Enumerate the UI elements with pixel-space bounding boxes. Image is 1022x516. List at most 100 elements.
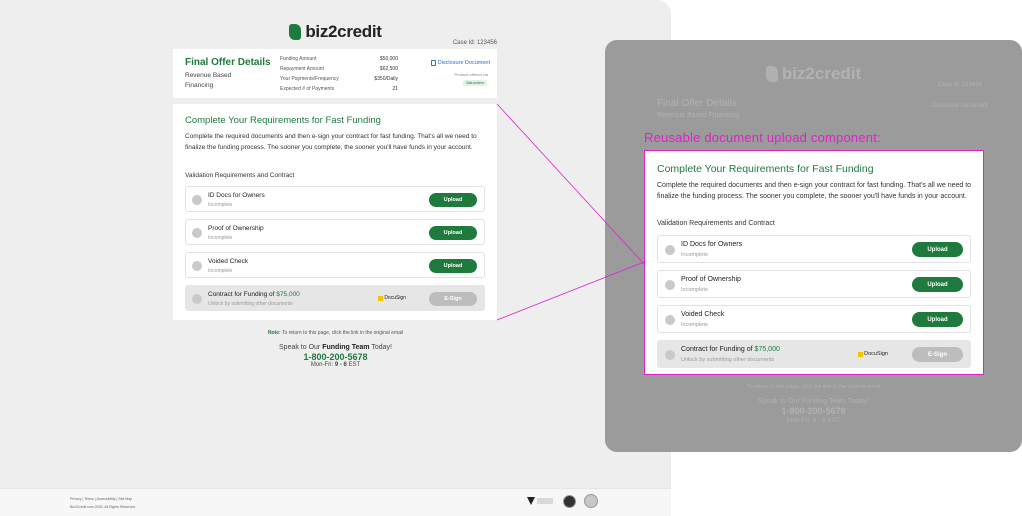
document-icon [665,245,675,255]
requirements-card: Complete Your Requirements for Fast Fund… [173,104,497,320]
return-note: Note: To return to this page, click the … [0,330,671,336]
offer-row: Your Payments/Frequency $350/Daily [280,74,398,84]
ghost-hours-prefix: Mon-Fri: [786,417,813,424]
requirements-list: ID Docs for Owners Incomplete Upload Pro… [657,235,971,375]
logo-mark-icon [289,24,302,40]
ghost-brand-logo: biz2credit [605,64,1022,84]
esign-button[interactable]: E-Sign [429,292,477,306]
requirements-section-label: Validation Requirements and Contract [185,172,295,179]
requirements-description: Complete the required documents and then… [185,133,477,151]
requirement-name: Proof of Ownership [208,225,264,232]
upload-button[interactable]: Upload [912,312,963,327]
offer-row-label: Your Payments/Frequency [280,76,339,82]
requirement-row-proof-of-ownership: Proof of Ownership Incomplete Upload [185,219,485,245]
ghost-team-name: Funding Team [801,398,846,405]
ghost-hours-suffix: EST [825,417,841,424]
contract-amount: $75,000 [276,291,300,298]
requirement-status: Incomplete [681,322,708,328]
offered-via: Product offered via [454,72,488,77]
upload-button[interactable]: Upload [912,277,963,292]
stage: biz2credit Case Id: 123456 Final Offer D… [0,0,1022,516]
footer-links[interactable]: Privacy | Terms | Accessibility | Site M… [70,497,132,501]
ghost-business-hours: Mon-Fri: 9 - 6 EST [605,417,1022,424]
requirement-row-id-docs: ID Docs for Owners Incomplete Upload [185,186,485,212]
contract-name-prefix: Contract for Funding of [208,291,277,298]
phone-number[interactable]: 1-800-200-5678 [0,352,671,362]
requirement-status: Incomplete [208,202,233,208]
offer-row-value: $62,500 [379,66,398,72]
speak-to-team: Speak to Our Funding Team Today! [0,344,671,351]
ghost-offer-subtitle: Revenue Based Financing [657,112,740,119]
lock-icon [192,294,202,304]
docusign-label: DocuSign [864,351,888,357]
upload-button[interactable]: Upload [912,242,963,257]
offer-row-value: 21 [392,86,398,92]
contract-status: Unlock by submitting other documents [681,357,775,363]
ghost-speak-prefix: Speak to Our [758,398,802,405]
docusign-label: DocuSign [384,295,406,301]
offer-row-value: $350/Daily [374,76,398,82]
offer-row-value: $50,000 [379,56,398,62]
award-badge-icon [584,494,598,508]
ghost-offer-title: Final Offer Details [657,98,737,109]
ghost-hours-value: 9 - 6 [812,417,826,424]
ghost-case-id: Case Id: 123456 [937,82,982,88]
seal-badge-icon [563,494,576,508]
disclosure-label: Disclosure Document [437,60,490,66]
contract-name-prefix: Contract for Funding of [681,346,755,353]
ghost-disclosure: Disclosure Document [930,103,988,109]
brand-logo[interactable]: biz2credit [0,22,671,42]
requirement-row-voided-check: Voided Check Incomplete Upload [185,252,485,278]
team-name: Funding Team [322,344,370,351]
document-icon [192,261,202,271]
requirement-status: Incomplete [681,287,708,293]
offer-row-label: Expected # of Payments [280,86,335,92]
requirements-title: Complete Your Requirements for Fast Fund… [657,163,874,175]
offer-row-label: Funding Amount [280,56,317,62]
footer: Privacy | Terms | Accessibility | Site M… [0,488,671,516]
docusign-icon [858,351,864,357]
upload-button[interactable]: Upload [429,259,477,273]
requirement-row-contract: Contract for Funding of $75,000 Unlock b… [657,340,971,368]
footer-copyright: Biz2Credit.com 2023. All Rights Reserved [70,505,135,509]
ghost-brand-name: biz2credit [781,64,862,83]
document-icon [192,228,202,238]
requirements-list: ID Docs for Owners Incomplete Upload Pro… [185,186,485,318]
document-icon [192,195,202,205]
accreditation-badge-icon [527,495,555,507]
contract-amount: $75,000 [754,346,780,353]
speak-prefix: Speak to Our [279,344,323,351]
docusign-icon [378,295,384,301]
case-id: Case Id: 123456 [452,40,497,46]
esign-button[interactable]: E-Sign [912,347,963,362]
requirement-row-id-docs: ID Docs for Owners Incomplete Upload [657,235,971,263]
hours-prefix: Mon-Fri: [310,362,335,368]
requirement-status: Incomplete [208,268,233,274]
document-icon [430,60,436,66]
upload-button[interactable]: Upload [429,226,477,240]
ghost-phone-number: 1-800-200-5678 [781,406,846,416]
contract-status: Unlock by submitting other documents [208,301,293,307]
docusign-logo: DocuSign [858,351,888,357]
hours-value: 9 - 6 [334,362,347,368]
requirement-status: Incomplete [208,235,233,241]
contract-name: Contract for Funding of $75,000 [681,346,780,353]
note-text: To return to this page, click the link i… [280,330,404,336]
disclosure-document-link[interactable]: Disclosure Document [430,60,490,66]
requirements-section-label: Validation Requirements and Contract [657,220,775,227]
requirements-description: Complete the required documents and then… [657,182,972,200]
upload-button[interactable]: Upload [429,193,477,207]
requirement-name: Proof of Ownership [681,276,741,283]
document-icon [665,315,675,325]
speak-suffix: Today! [369,344,392,351]
docusign-logo: DocuSign [378,295,406,301]
brand-name: biz2credit [305,22,382,41]
document-icon [665,280,675,290]
lock-icon [665,350,675,360]
ghost-speak-to-team: Speak to Our Funding Team Today! [605,398,1022,405]
hours-suffix: EST [346,362,361,368]
offer-title: Final Offer Details [185,57,271,68]
trust-badges [527,494,598,508]
offer-row: Repayment Amount $62,500 [280,64,398,74]
ghost-return-note: To return to this page, click the link i… [746,384,881,390]
